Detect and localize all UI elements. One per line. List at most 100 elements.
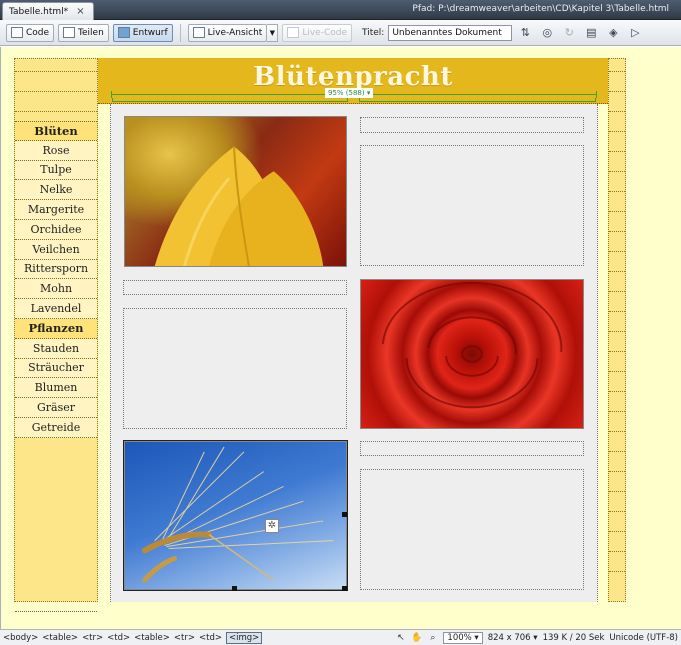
- guide-line: [609, 231, 625, 232]
- guide-line: [609, 291, 625, 292]
- code-view-button[interactable]: Code: [6, 23, 55, 42]
- guide-line: [609, 571, 625, 572]
- tulip-illustration: [154, 146, 324, 266]
- guide-line: [609, 271, 625, 272]
- nav-item-mohn[interactable]: Mohn: [15, 279, 97, 300]
- guide-line: [15, 111, 97, 112]
- live-view-icon: [192, 27, 205, 38]
- split-view-icon: [63, 27, 76, 38]
- empty-table-cell[interactable]: [123, 308, 347, 429]
- nav-category-pflanzen[interactable]: Pflanzen: [15, 318, 97, 339]
- nav-item-veilchen[interactable]: Veilchen: [15, 239, 97, 260]
- download-size: 139 K / 20 Sek: [542, 633, 605, 643]
- split-view-button[interactable]: Teilen: [58, 23, 109, 42]
- document-toolbar: Code Teilen Entwurf Live-Ansicht ▼ Live-…: [0, 20, 681, 46]
- guide-line: [609, 371, 625, 372]
- title-label: Titel:: [362, 27, 385, 38]
- nav-item-orchidee[interactable]: Orchidee: [15, 219, 97, 240]
- nav-item-nelke[interactable]: Nelke: [15, 180, 97, 201]
- rose-illustration: [381, 281, 563, 409]
- validate-markup-icon[interactable]: ▷: [626, 24, 644, 42]
- live-code-button[interactable]: Live-Code: [282, 23, 352, 42]
- live-view-dropdown-icon[interactable]: ▼: [267, 23, 279, 42]
- file-path: Pfad: P:\dreamweaver\arbeiten\CD\Kapitel…: [412, 4, 669, 14]
- tag-selector-table[interactable]: <table>: [42, 633, 78, 643]
- table-width-ruler: 95% (588) ▾: [111, 88, 597, 102]
- refresh-icon[interactable]: ↻: [560, 24, 578, 42]
- toolbar-separator: [179, 23, 181, 42]
- nav-item-margerite[interactable]: Margerite: [15, 200, 97, 220]
- tag-selector-table[interactable]: <table>: [134, 633, 170, 643]
- guide-line: [609, 171, 625, 172]
- hand-tool-icon[interactable]: ✋: [411, 633, 422, 644]
- guide-line: [609, 411, 625, 412]
- guide-line: [609, 331, 625, 332]
- resize-handle[interactable]: [342, 586, 347, 591]
- nav-item-getreide[interactable]: Getreide: [15, 417, 97, 438]
- window-size[interactable]: 824 x 706 ▾: [488, 633, 538, 643]
- select-tool-icon[interactable]: ↖: [395, 633, 406, 644]
- empty-table-cell[interactable]: [360, 117, 584, 133]
- guide-line: [609, 131, 625, 132]
- preview-browser-icon[interactable]: ◎: [538, 24, 556, 42]
- zoom-value: 100%: [447, 633, 472, 643]
- nav-empty-cell: [15, 438, 97, 612]
- guide-line: [609, 451, 625, 452]
- image-selection-icon[interactable]: ✲: [265, 519, 279, 533]
- document-tab-bar: Tabelle.html* × Pfad: P:\dreamweaver\arb…: [0, 0, 681, 20]
- guide-line: [609, 91, 625, 92]
- rose-image[interactable]: [360, 279, 584, 429]
- zoom-select[interactable]: 100% ▾: [443, 632, 483, 644]
- guide-line: [609, 391, 625, 392]
- nav-item-straeucher[interactable]: Sträucher: [15, 358, 97, 379]
- guide-line: [609, 71, 625, 72]
- guide-line: [609, 351, 625, 352]
- empty-table-cell[interactable]: [360, 441, 584, 456]
- tag-selector-td[interactable]: <td>: [107, 633, 130, 643]
- nav-item-rittersporn[interactable]: Rittersporn: [15, 259, 97, 280]
- nav-item-stauden[interactable]: Stauden: [15, 338, 97, 359]
- live-view-label: Live-Ansicht: [207, 27, 263, 38]
- empty-table-cell[interactable]: [123, 280, 347, 295]
- nav-item-graeser[interactable]: Gräser: [15, 398, 97, 418]
- window-size-value: 824 x 706: [487, 633, 531, 643]
- empty-table-cell[interactable]: [360, 145, 584, 266]
- ruler-tick: [596, 91, 597, 98]
- wheat-image[interactable]: [123, 440, 348, 591]
- visual-aids-icon[interactable]: ◈: [604, 24, 622, 42]
- document-tab[interactable]: Tabelle.html* ×: [2, 2, 94, 20]
- live-view-button[interactable]: Live-Ansicht: [187, 23, 268, 42]
- close-icon[interactable]: ×: [76, 6, 84, 17]
- view-options-icon[interactable]: ▤: [582, 24, 600, 42]
- table-width-label[interactable]: 95% (588) ▾: [325, 88, 374, 98]
- document-title-input[interactable]: [388, 24, 513, 41]
- document-tab-label: Tabelle.html*: [9, 6, 69, 17]
- nav-item-blumen[interactable]: Blumen: [15, 378, 97, 399]
- zoom-tool-icon[interactable]: ⌕: [427, 633, 438, 644]
- status-right-group: ↖ ✋ ⌕ 100% ▾ 824 x 706 ▾ 139 K / 20 Sek …: [395, 630, 678, 645]
- split-view-label: Teilen: [78, 27, 104, 38]
- tag-selector-tr[interactable]: <tr>: [174, 633, 195, 643]
- tag-selector-tr[interactable]: <tr>: [82, 633, 103, 643]
- tag-selector-body[interactable]: <body>: [3, 633, 38, 643]
- design-view-button[interactable]: Entwurf: [112, 23, 173, 42]
- nav-item-tulpe[interactable]: Tulpe: [15, 160, 97, 181]
- guide-line: [609, 511, 625, 512]
- guide-line: [609, 531, 625, 532]
- nav-item-lavendel[interactable]: Lavendel: [15, 299, 97, 319]
- nav-item-rose[interactable]: Rose: [15, 140, 97, 161]
- guide-line: [609, 251, 625, 252]
- tulip-image[interactable]: [124, 116, 347, 267]
- resize-handle[interactable]: [232, 586, 237, 591]
- guide-line: [609, 151, 625, 152]
- resize-handle[interactable]: [342, 512, 347, 517]
- tag-selector-td[interactable]: <td>: [199, 633, 222, 643]
- nav-category-blueten[interactable]: Blüten: [15, 121, 97, 141]
- guide-line: [609, 551, 625, 552]
- tag-selector-img[interactable]: <img>: [225, 631, 263, 644]
- design-view-icon: [117, 27, 130, 38]
- right-layout-column: [608, 58, 626, 602]
- guide-line: [609, 431, 625, 432]
- empty-table-cell[interactable]: [360, 469, 584, 590]
- file-management-icon[interactable]: ⇅: [516, 24, 534, 42]
